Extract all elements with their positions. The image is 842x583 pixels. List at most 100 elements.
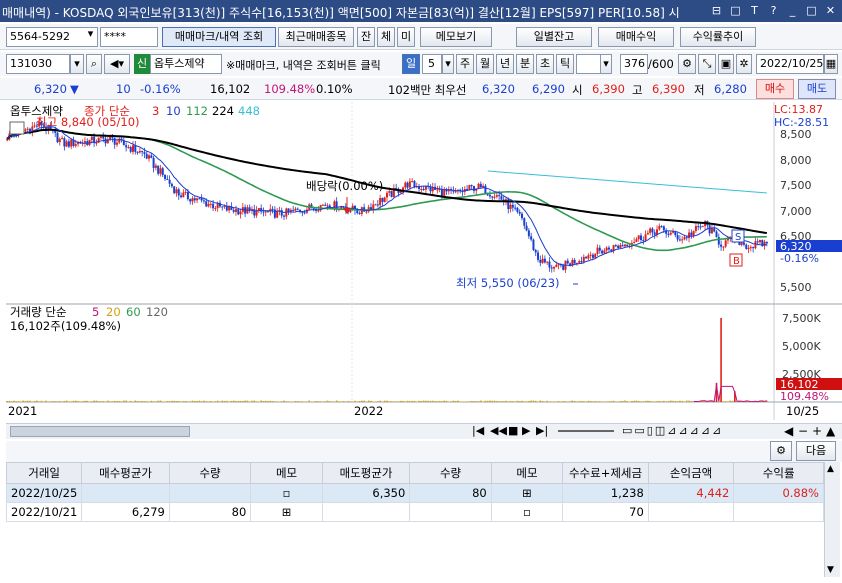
- dividend-annotation: 배당락(0.00%): [306, 179, 383, 193]
- cell-profit: [647, 502, 735, 522]
- tab-recent-stocks[interactable]: 최근매매종목: [278, 27, 354, 47]
- search-icon[interactable]: ⌕: [86, 54, 102, 74]
- zoom-out-icon[interactable]: −: [798, 424, 808, 438]
- memo-edit-icon[interactable]: ⊞: [250, 502, 323, 522]
- date-input[interactable]: 2022/10/25: [756, 54, 824, 74]
- period-minute-button[interactable]: 분: [516, 54, 534, 74]
- gear-icon[interactable]: ✲: [736, 54, 752, 74]
- period-week-button[interactable]: 주: [456, 54, 474, 74]
- grid-settings-icon[interactable]: ⚙: [770, 441, 792, 461]
- period-dropdown-icon[interactable]: ▾: [442, 54, 454, 74]
- scroll-up-icon[interactable]: ▲: [827, 464, 834, 474]
- filter-mi-button[interactable]: 미: [397, 27, 415, 47]
- col-fee-tax[interactable]: 수수료+제세금: [562, 462, 649, 484]
- period-year-button[interactable]: 년: [496, 54, 514, 74]
- scroll-down-icon[interactable]: ▼: [827, 565, 834, 575]
- x-label-2021: 2021: [8, 404, 37, 418]
- col-buy-memo[interactable]: 메모: [250, 462, 323, 484]
- candle-body: [701, 226, 704, 228]
- scroll-thumb[interactable]: [10, 426, 190, 437]
- volume-bar: [409, 401, 411, 402]
- col-return-rate[interactable]: 수익률: [733, 462, 824, 484]
- candle-body: [376, 204, 379, 206]
- stock-code-input[interactable]: 131030: [6, 54, 70, 74]
- zoom-slider[interactable]: [558, 430, 614, 432]
- table-row[interactable]: 2022/10/21 6,279 80 ⊞ ▫ 70: [5, 502, 824, 522]
- bar-count-input[interactable]: 376: [620, 54, 648, 74]
- memo-icon[interactable]: ▫: [490, 502, 564, 522]
- volume-bar: [647, 400, 649, 402]
- calendar-icon[interactable]: ▦: [824, 54, 838, 74]
- volume-bar: [729, 400, 732, 402]
- col-buy-avg[interactable]: 매수평균가: [81, 462, 170, 484]
- candle-body: [150, 155, 153, 158]
- volume-bar: [49, 401, 52, 402]
- table-scrollbar[interactable]: ▲ ▼: [824, 462, 840, 577]
- account-input[interactable]: 5564-5292: [6, 27, 96, 47]
- link-icon[interactable]: ⊟: [709, 3, 724, 18]
- zoom-in-icon[interactable]: +: [812, 424, 822, 438]
- minimize-icon[interactable]: _: [785, 3, 800, 18]
- daily-balance-button[interactable]: 일별잔고: [516, 27, 592, 47]
- scroll-start-icon[interactable]: |◀: [472, 424, 484, 437]
- password-input[interactable]: ****: [100, 27, 158, 47]
- candle-body: [692, 230, 695, 236]
- sell-button[interactable]: 매도: [798, 79, 836, 99]
- account-dropdown-icon[interactable]: ▾: [84, 27, 98, 47]
- price-chart[interactable]: 옵투스제약 종가 단순 3 10 112 224 448 최고 8,840 (0…: [6, 102, 842, 420]
- memo-marker-icon[interactable]: [9, 121, 25, 135]
- scroll-left-icon[interactable]: ◀: [784, 424, 793, 438]
- candle-body: [562, 264, 565, 270]
- volume-bar: [177, 400, 180, 402]
- best-bid: 6,320: [482, 82, 515, 96]
- col-buy-qty[interactable]: 수량: [168, 462, 252, 484]
- volume-bar: [8, 400, 11, 402]
- save-icon[interactable]: ▣: [718, 54, 734, 74]
- period-month-button[interactable]: 월: [476, 54, 494, 74]
- col-trade-date[interactable]: 거래일: [5, 462, 83, 484]
- chart-tool-icon[interactable]: ⤡: [698, 54, 716, 74]
- font-icon[interactable]: T: [747, 3, 762, 18]
- trade-profit-button[interactable]: 매매수익: [598, 27, 674, 47]
- scroll-next-icon[interactable]: ▶: [522, 424, 530, 437]
- buy-button[interactable]: 매수: [756, 79, 794, 99]
- memo-icon[interactable]: ▫: [250, 483, 323, 503]
- chart-tools-icons[interactable]: ▭▭▯◫⊿⊿⊿⊿⊿: [622, 424, 723, 437]
- scroll-prev-icon[interactable]: ◀◀: [490, 424, 507, 437]
- window-icon[interactable]: □: [728, 3, 743, 18]
- candle-body: [374, 204, 377, 206]
- memo-edit-icon[interactable]: ⊞: [490, 483, 564, 503]
- tick-dropdown-icon[interactable]: ▾: [600, 54, 612, 74]
- maximize-icon[interactable]: □: [804, 3, 819, 18]
- col-sell-avg[interactable]: 매도평균가: [321, 462, 411, 484]
- settings-icon[interactable]: ⚙: [678, 54, 696, 74]
- filter-jan-button[interactable]: 잔: [357, 27, 375, 47]
- table-row[interactable]: 2022/10/25 ▫ 6,350 80 ⊞ 1,238 4,442 0.88…: [5, 483, 824, 503]
- col-sell-qty[interactable]: 수량: [409, 462, 492, 484]
- help-icon[interactable]: ?: [766, 3, 781, 18]
- period-day-button[interactable]: 일: [402, 54, 420, 74]
- volume-bar: [109, 401, 111, 402]
- close-icon[interactable]: ✕: [823, 3, 838, 18]
- sound-icon[interactable]: ◀▾: [104, 54, 130, 74]
- volume-bar: [578, 401, 581, 402]
- period-value-input[interactable]: 5: [422, 54, 442, 74]
- scroll-end-icon[interactable]: ▶|: [536, 424, 548, 437]
- volume-bar: [651, 401, 654, 402]
- tab-trade-marks[interactable]: 매매마크/내역 조회: [162, 27, 276, 47]
- chart-scroll-bar[interactable]: |◀ ◀◀ ■ ▶ ▶| ▭▭▯◫⊿⊿⊿⊿⊿ ◀ − + ▲: [6, 423, 842, 439]
- memo-view-button[interactable]: 메모보기: [420, 27, 492, 47]
- volume-bar: [587, 400, 590, 402]
- code-dropdown-icon[interactable]: ▾: [70, 54, 84, 74]
- stop-icon[interactable]: ■: [508, 424, 518, 437]
- period-second-button[interactable]: 초: [536, 54, 554, 74]
- stock-name-field[interactable]: 옵투스제약: [150, 54, 222, 74]
- filter-che-button[interactable]: 체: [377, 27, 395, 47]
- scroll-up-icon[interactable]: ▲: [826, 424, 835, 438]
- return-trend-button[interactable]: 수익률추이: [680, 27, 756, 47]
- col-profit[interactable]: 손익금액: [647, 462, 735, 484]
- col-sell-memo[interactable]: 메모: [490, 462, 564, 484]
- period-tick-button[interactable]: 틱: [556, 54, 574, 74]
- next-button[interactable]: 다음: [796, 441, 836, 461]
- volume-bar: [102, 401, 105, 402]
